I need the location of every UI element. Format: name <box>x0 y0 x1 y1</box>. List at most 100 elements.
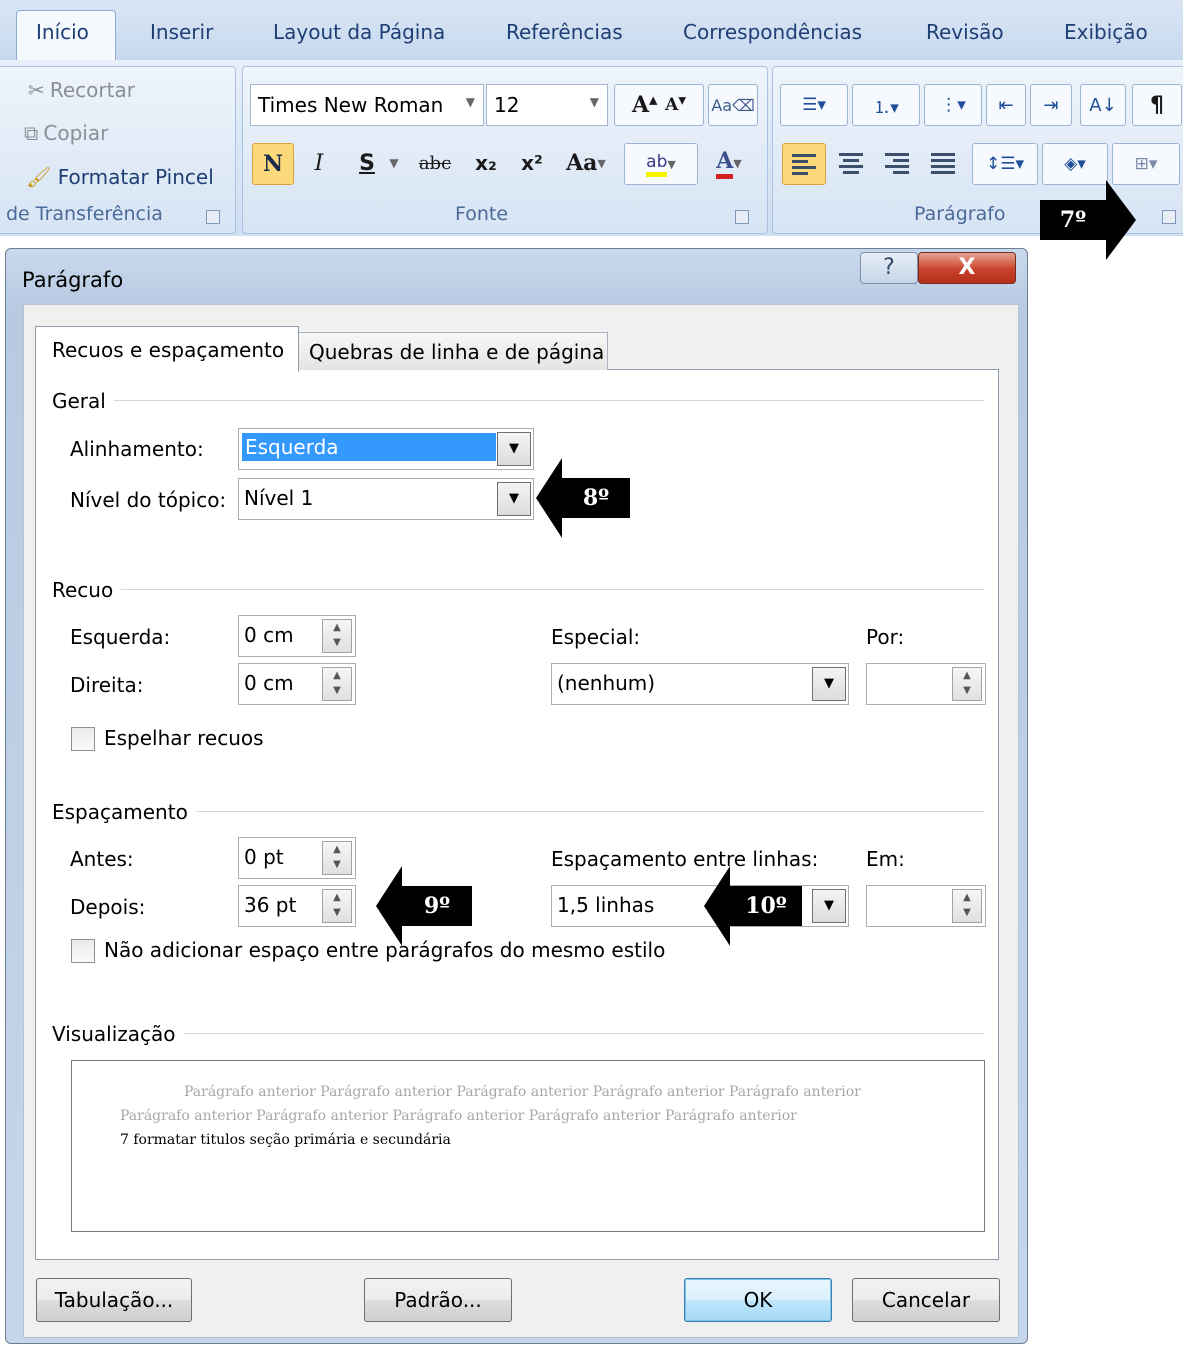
shrink-font-icon[interactable]: A▼ <box>665 95 686 115</box>
indent-right-label: Direita: <box>70 673 144 697</box>
shading-icon[interactable]: ◈▾ <box>1042 143 1108 185</box>
clipboard-launcher-icon[interactable] <box>206 210 220 224</box>
at-label: Em: <box>866 847 905 871</box>
highlighter-icon: ab <box>646 152 668 177</box>
paragraph-group-label: Parágrafo <box>914 203 1006 225</box>
alignment-select[interactable]: Esquerda ▼ <box>238 428 534 470</box>
indent-left-spinner[interactable]: 0 cm ▲ ▼ <box>238 615 356 657</box>
strikethrough-button[interactable]: abc <box>410 143 460 183</box>
sort-icon[interactable]: A↓ <box>1080 84 1126 126</box>
cut-label: Recortar <box>49 78 135 102</box>
ok-button[interactable]: OK <box>684 1278 832 1322</box>
spin-arrows-icon[interactable]: ▲ ▼ <box>322 667 352 701</box>
justify-icon[interactable] <box>922 143 964 183</box>
subscript-button[interactable]: x₂ <box>466 143 506 183</box>
mirror-indents-label: Espelhar recuos <box>104 726 264 750</box>
special-select[interactable]: (nenhum) ▼ <box>551 663 849 705</box>
chevron-down-icon[interactable]: ▼ <box>384 143 404 183</box>
decrease-indent-icon[interactable]: ⇤ <box>986 84 1026 126</box>
chevron-down-icon[interactable]: ▼ <box>667 158 675 171</box>
multilevel-list-icon[interactable]: ⋮▾ <box>924 84 982 126</box>
copy-button[interactable]: ⧉ Copiar <box>24 121 108 145</box>
close-button[interactable]: X <box>918 252 1016 284</box>
borders-icon[interactable]: ⊞▾ <box>1112 143 1180 185</box>
chevron-down-icon[interactable]: ▼ <box>590 95 599 109</box>
spin-arrows-icon[interactable]: ▲ ▼ <box>952 889 982 923</box>
font-color-button[interactable]: A ▼ <box>700 143 758 183</box>
align-center-icon[interactable] <box>830 143 872 183</box>
default-button[interactable]: Padrão... <box>364 1278 512 1322</box>
cut-button[interactable]: ✂ Recortar <box>28 78 135 102</box>
chevron-down-icon[interactable]: ▼ <box>733 157 741 170</box>
by-spinner[interactable]: ▲ ▼ <box>866 663 986 705</box>
indent-right-spinner[interactable]: 0 cm ▲ ▼ <box>238 663 356 705</box>
chevron-down-icon[interactable]: ▼ <box>812 667 846 701</box>
change-case-button[interactable]: Aa ▼ <box>558 143 614 183</box>
chevron-down-icon[interactable]: ▼ <box>812 889 846 923</box>
outline-level-select[interactable]: Nível 1 ▼ <box>238 478 534 520</box>
bold-button[interactable]: N <box>252 143 294 185</box>
tab-inserir[interactable]: Inserir <box>150 20 213 44</box>
font-size-value: 12 <box>494 93 520 117</box>
before-value: 0 pt <box>244 845 284 869</box>
after-label: Depois: <box>70 895 146 919</box>
before-label: Antes: <box>70 847 134 871</box>
highlight-button[interactable]: ab ▼ <box>624 143 698 185</box>
italic-button[interactable]: I <box>300 143 338 183</box>
chevron-down-icon[interactable]: ▼ <box>466 95 475 109</box>
scissors-icon: ✂ <box>28 78 45 102</box>
numbering-icon[interactable]: ⒈▾ <box>852 84 920 126</box>
special-label: Especial: <box>551 625 641 649</box>
annotation-label-10: 10º <box>730 886 802 926</box>
general-divider <box>52 400 984 401</box>
show-marks-button[interactable]: ¶ <box>1132 84 1182 126</box>
increase-indent-icon[interactable]: ⇥ <box>1030 84 1072 126</box>
tab-line-page-breaks-label: Quebras de linha e de página <box>309 340 605 364</box>
preview-previous-line-1: Parágrafo anterior Parágrafo anterior Pa… <box>184 1084 861 1100</box>
spin-arrows-icon[interactable]: ▲ ▼ <box>322 841 352 875</box>
chevron-down-icon[interactable]: ▼ <box>497 432 531 466</box>
tab-correspondencias[interactable]: Correspondências <box>683 20 862 44</box>
after-spinner[interactable]: 36 pt ▲ ▼ <box>238 885 356 927</box>
tab-referencias[interactable]: Referências <box>506 20 623 44</box>
indent-divider <box>52 589 984 590</box>
line-spacing-select[interactable]: 1,5 linhas ▼ <box>551 885 849 927</box>
format-painter-button[interactable]: 🖌 Formatar Pincel <box>26 165 214 189</box>
general-heading: Geral <box>52 389 114 413</box>
dialog-title: Parágrafo <box>22 268 124 292</box>
cancel-button[interactable]: Cancelar <box>852 1278 1000 1322</box>
font-color-icon: A <box>716 148 734 179</box>
before-spinner[interactable]: 0 pt ▲ ▼ <box>238 837 356 879</box>
at-spinner[interactable]: ▲ ▼ <box>866 885 986 927</box>
arrow-left-icon <box>376 866 402 946</box>
align-right-icon[interactable] <box>876 143 918 183</box>
tabs-button[interactable]: Tabulação... <box>36 1278 192 1322</box>
font-family-combo[interactable]: Times New Roman ▼ <box>250 84 484 126</box>
spin-arrows-icon[interactable]: ▲ ▼ <box>322 889 352 923</box>
font-family-value: Times New Roman <box>258 93 444 117</box>
tab-layout[interactable]: Layout da Página <box>273 20 445 44</box>
annotation-arrow-9: 9º <box>376 866 472 946</box>
tab-inicio[interactable]: Início <box>36 20 89 44</box>
mirror-indents-checkbox[interactable] <box>71 727 95 751</box>
tab-indents-spacing-label: Recuos e espaçamento <box>52 338 285 362</box>
align-left-icon[interactable] <box>782 143 826 185</box>
spin-arrows-icon[interactable]: ▲ ▼ <box>952 667 982 701</box>
font-launcher-icon[interactable] <box>735 210 749 224</box>
grow-font-icon[interactable]: A▲ <box>632 92 658 118</box>
grow-shrink-font-buttons[interactable]: A▲ A▼ <box>614 84 704 126</box>
chevron-down-icon[interactable]: ▼ <box>597 157 605 170</box>
tab-exibicao[interactable]: Exibição <box>1064 20 1148 44</box>
spin-arrows-icon[interactable]: ▲ ▼ <box>322 619 352 653</box>
superscript-button[interactable]: x² <box>512 143 552 183</box>
chevron-down-icon[interactable]: ▼ <box>497 482 531 516</box>
tab-revisao[interactable]: Revisão <box>926 20 1004 44</box>
help-button[interactable]: ? <box>860 252 918 284</box>
font-size-combo[interactable]: 12 ▼ <box>486 84 608 126</box>
clear-format-icon[interactable]: Aa⌫ <box>708 84 758 126</box>
no-space-checkbox[interactable] <box>71 939 95 963</box>
underline-button[interactable]: S <box>350 143 384 183</box>
paragraph-launcher-icon[interactable] <box>1162 210 1176 224</box>
bullets-icon[interactable]: ☰▾ <box>780 84 848 126</box>
line-spacing-icon[interactable]: ↕☰▾ <box>972 143 1038 185</box>
